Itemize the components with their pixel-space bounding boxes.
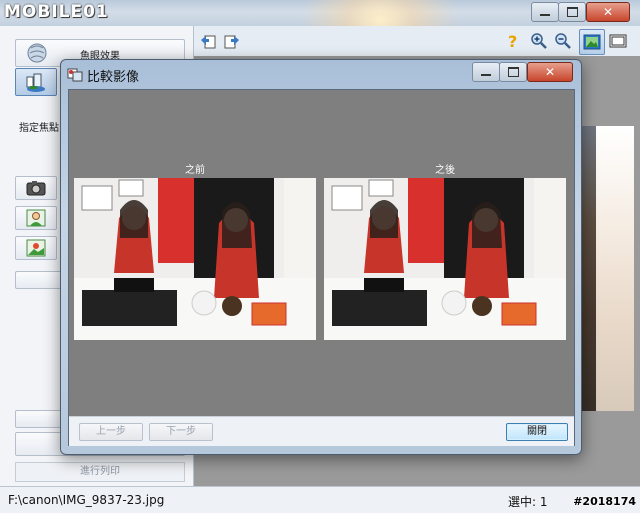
previous-step-button[interactable]: 上一步 xyxy=(79,423,143,441)
status-bar: F:\canon\IMG_9837-23.jpg 選中: 1 #2018174 xyxy=(0,486,640,513)
before-label: 之前 xyxy=(185,165,205,176)
rotate-left-icon[interactable] xyxy=(199,32,217,50)
flower-icon xyxy=(26,239,46,257)
svg-text:?: ? xyxy=(508,32,517,50)
camera-icon xyxy=(26,181,46,196)
person-icon xyxy=(26,209,46,227)
post-id-watermark: #2018174 xyxy=(573,495,636,508)
landscape-button[interactable] xyxy=(15,236,57,260)
print-button[interactable]: 進行列印 xyxy=(15,462,185,482)
focus-point-label: 指定焦點 xyxy=(19,123,59,134)
fit-image-button[interactable] xyxy=(579,29,605,55)
image-view-icon xyxy=(583,34,601,50)
after-photo-drawing xyxy=(324,178,566,340)
close-icon: ✕ xyxy=(602,5,614,19)
background-photo-partial xyxy=(576,126,634,411)
selection-count: 選中: 1 xyxy=(508,495,548,509)
after-image xyxy=(324,178,566,340)
compare-dialog-icon xyxy=(67,68,83,82)
file-path: F:\canon\IMG_9837-23.jpg xyxy=(8,493,165,507)
minimize-icon xyxy=(481,74,491,76)
minimize-button[interactable] xyxy=(531,2,559,22)
minimize-icon xyxy=(540,14,550,16)
dialog-minimize-button[interactable] xyxy=(472,62,500,82)
close-icon: ✕ xyxy=(544,65,556,79)
before-image xyxy=(74,178,316,340)
compare-images-dialog: 比較影像 ✕ 之前 之後 上一步 下一步 關閉 xyxy=(60,59,582,455)
close-window-button[interactable]: ✕ xyxy=(586,2,630,22)
dialog-footer: 上一步 下一步 關閉 xyxy=(69,416,574,446)
dialog-client-area: 之前 之後 上一步 下一步 關閉 xyxy=(68,89,575,446)
before-photo-drawing xyxy=(74,178,316,340)
portrait-button[interactable] xyxy=(15,206,57,230)
zoom-out-icon[interactable] xyxy=(554,32,572,50)
maximize-icon xyxy=(507,67,519,77)
camera-button[interactable] xyxy=(15,176,57,200)
help-icon[interactable]: ? xyxy=(504,32,522,50)
rotate-right-icon[interactable] xyxy=(223,32,241,50)
focus-tool-button[interactable] xyxy=(15,68,57,96)
zoom-in-icon[interactable] xyxy=(530,32,548,50)
after-label: 之後 xyxy=(435,165,455,176)
toolbar: ? xyxy=(193,26,640,56)
fullscreen-icon[interactable] xyxy=(609,32,627,50)
dialog-maximize-button[interactable] xyxy=(499,62,527,82)
maximize-icon xyxy=(566,7,578,17)
dialog-title: 比較影像 xyxy=(87,70,140,85)
maximize-button[interactable] xyxy=(558,2,586,22)
next-step-button[interactable]: 下一步 xyxy=(149,423,213,441)
dialog-close-button[interactable]: 關閉 xyxy=(506,423,568,441)
miniature-city-icon xyxy=(26,73,45,92)
dialog-close-x-button[interactable]: ✕ xyxy=(527,62,573,82)
watermark-logo: MOBILE01 xyxy=(4,2,109,22)
app-titlebar: MOBILE01 ✕ xyxy=(0,0,640,80)
